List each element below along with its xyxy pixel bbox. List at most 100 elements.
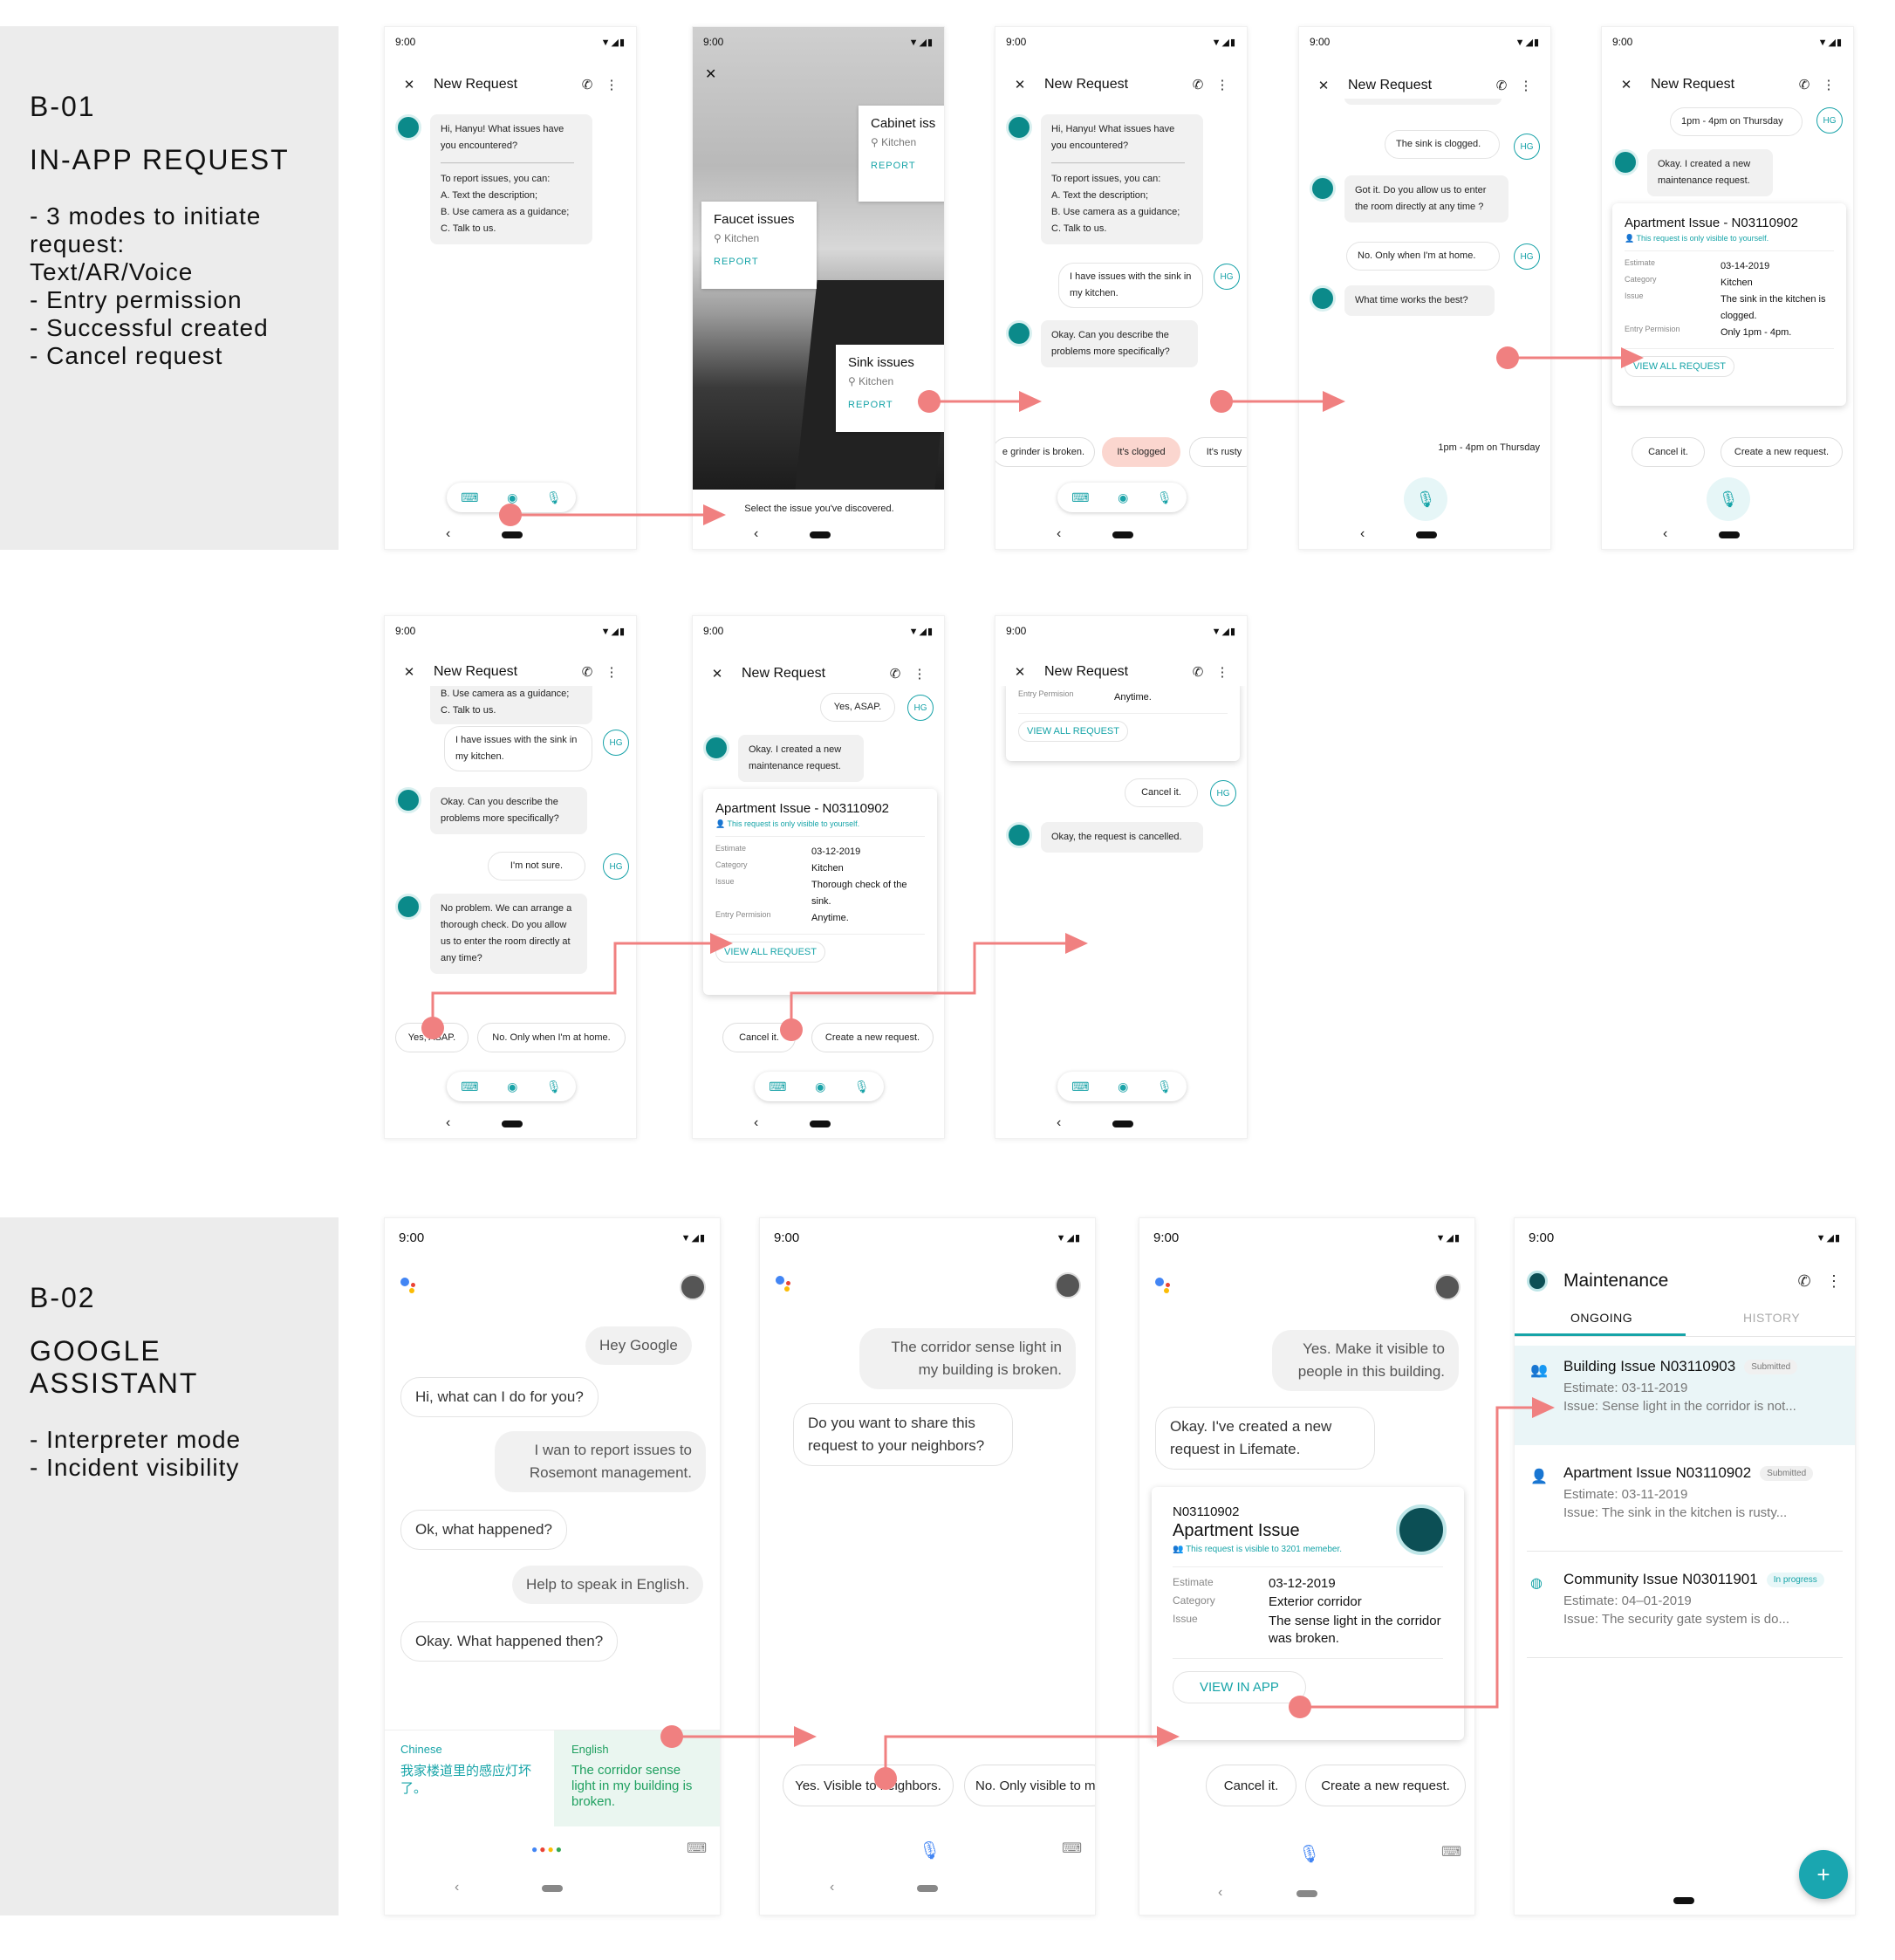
close-icon[interactable]: ✕ [1008,664,1032,680]
nav-back-icon[interactable]: ‹ [1360,521,1365,547]
microphone-icon[interactable]: 🎙 [1298,1843,1320,1865]
camera-icon[interactable]: ◉ [1118,1079,1128,1094]
nav-back-icon[interactable]: ‹ [1057,1110,1061,1136]
microphone-icon[interactable]: 🎙 [546,490,562,505]
reply-chip[interactable]: Yes, ASAP. [395,1023,469,1052]
keyboard-icon[interactable]: ⌨ [1071,1079,1089,1094]
reply-chip[interactable]: It's rusty [1189,437,1247,467]
add-request-fab[interactable]: + [1799,1850,1848,1899]
nav-back-icon[interactable]: ‹ [754,1110,758,1136]
more-icon[interactable]: ⋮ [599,77,624,93]
report-button[interactable]: REPORT [714,257,804,267]
phone-icon[interactable]: ✆ [1489,78,1514,93]
phone-icon[interactable]: ✆ [1186,664,1210,680]
reply-chip-selected[interactable]: It's clogged [1102,437,1180,467]
nav-home-icon[interactable] [917,1885,938,1892]
nav-home-icon[interactable] [502,1120,523,1127]
phone-icon[interactable]: ✆ [883,666,907,682]
microphone-icon[interactable]: 🎙 [546,1079,562,1094]
reply-chip[interactable]: e grinder is broken. [995,437,1095,467]
keyboard-icon[interactable]: ⌨ [1062,1840,1082,1857]
ar-card-faucet[interactable]: Faucet issues ⚲ Kitchen REPORT [701,202,817,289]
nav-home-icon[interactable] [1112,531,1133,538]
phone-icon[interactable]: ✆ [575,77,599,93]
reply-chip[interactable]: No. Only when I'm at home. [477,1023,626,1052]
camera-icon[interactable]: ◉ [1118,490,1128,505]
view-all-request-button[interactable]: VIEW ALL REQUEST [715,942,825,963]
nav-home-icon[interactable] [1296,1890,1317,1897]
keyboard-icon[interactable]: ⌨ [461,490,478,505]
more-icon[interactable]: ⋮ [1210,664,1235,680]
close-icon[interactable]: ✕ [1008,77,1032,93]
nav-home-icon[interactable] [810,531,831,538]
list-item[interactable]: ◍ Community Issue N03011901 In progress E… [1527,1559,1843,1658]
camera-icon[interactable]: ◉ [507,1079,517,1094]
view-in-app-button[interactable]: VIEW IN APP [1173,1671,1306,1703]
report-button[interactable]: REPORT [871,161,942,171]
nav-home-icon[interactable] [502,531,523,538]
nav-back-icon[interactable]: ‹ [1218,1885,1222,1901]
close-icon[interactable]: ✕ [1614,77,1638,93]
list-item[interactable]: 👤 Apartment Issue N03110902 Submitted Est… [1527,1452,1843,1552]
nav-home-icon[interactable] [1673,1897,1694,1904]
close-icon[interactable]: ✕ [397,77,421,93]
nav-back-icon[interactable]: ‹ [446,1110,450,1136]
phone-icon[interactable]: ✆ [1792,77,1816,93]
keyboard-icon[interactable]: ⌨ [1441,1843,1461,1861]
phone-icon[interactable]: ✆ [1186,77,1210,93]
close-icon[interactable]: ✕ [705,666,729,682]
more-icon[interactable]: ⋮ [1816,77,1841,93]
tab-ongoing[interactable]: ONGOING [1570,1311,1632,1325]
cancel-request-chip[interactable]: Cancel it. [722,1023,796,1052]
keyboard-icon[interactable]: ⌨ [461,1079,478,1094]
cancel-request-chip[interactable]: Cancel it. [1206,1765,1296,1806]
share-private-chip[interactable]: No. Only visible to me [964,1765,1095,1806]
nav-back-icon[interactable]: ‹ [455,1880,459,1895]
list-item[interactable]: 👥 Building Issue N03110903 Submitted Esti… [1515,1346,1855,1445]
microphone-icon[interactable]: 🎙 [1157,490,1173,505]
camera-icon[interactable]: ◉ [815,1079,825,1094]
close-icon[interactable]: ✕ [397,664,421,680]
nav-home-icon[interactable] [1112,1120,1133,1127]
nav-back-icon[interactable]: ‹ [446,521,450,547]
user-avatar[interactable] [680,1274,706,1300]
keyboard-icon[interactable]: ⌨ [769,1079,786,1094]
close-icon[interactable]: ✕ [705,65,716,83]
more-icon[interactable]: ⋮ [1210,77,1235,93]
create-new-request-chip[interactable]: Create a new request. [1305,1765,1466,1806]
phone-icon[interactable]: ✆ [575,664,599,680]
user-avatar[interactable] [1434,1274,1461,1300]
cancel-request-chip[interactable]: Cancel it. [1632,437,1705,467]
microphone-icon[interactable]: 🎙 [1157,1079,1173,1094]
nav-home-icon[interactable] [810,1120,831,1127]
voice-mic-button[interactable]: 🎙 [1404,477,1447,521]
ar-card-cabinet[interactable]: Cabinet iss ⚲ Kitchen REPORT [859,106,944,202]
nav-home-icon[interactable] [1719,531,1740,538]
camera-icon[interactable]: ◉ [507,490,517,505]
keyboard-icon[interactable]: ⌨ [1071,490,1089,505]
report-button[interactable]: REPORT [848,400,934,410]
create-new-request-chip[interactable]: Create a new request. [1721,437,1843,467]
user-avatar[interactable] [1055,1272,1081,1299]
view-all-request-button[interactable]: VIEW ALL REQUEST [1018,721,1128,742]
more-icon[interactable]: ⋮ [907,666,932,682]
voice-mic-button[interactable]: 🎙 [1707,477,1750,521]
nav-back-icon[interactable]: ‹ [830,1880,834,1895]
tab-history[interactable]: HISTORY [1743,1311,1800,1325]
view-all-request-button[interactable]: VIEW ALL REQUEST [1625,356,1734,377]
more-icon[interactable]: ⋮ [599,664,624,680]
nav-back-icon[interactable]: ‹ [1663,521,1667,547]
microphone-icon[interactable]: 🎙 [919,1840,941,1861]
close-icon[interactable]: ✕ [1311,78,1336,93]
nav-back-icon[interactable]: ‹ [754,521,758,547]
phone-icon[interactable]: ✆ [1785,1272,1823,1291]
microphone-icon[interactable]: 🎙 [854,1079,870,1094]
nav-back-icon[interactable]: ‹ [1057,521,1061,547]
more-icon[interactable]: ⋮ [1514,78,1538,93]
more-icon[interactable]: ⋮ [1823,1272,1844,1291]
nav-home-icon[interactable] [1416,531,1437,538]
ar-card-sink[interactable]: Sink issues ⚲ Kitchen REPORT [836,345,944,432]
create-new-request-chip[interactable]: Create a new request. [811,1023,934,1052]
share-visible-chip[interactable]: Yes. Visible to neighbors. [783,1765,954,1806]
keyboard-icon[interactable]: ⌨ [687,1840,707,1857]
